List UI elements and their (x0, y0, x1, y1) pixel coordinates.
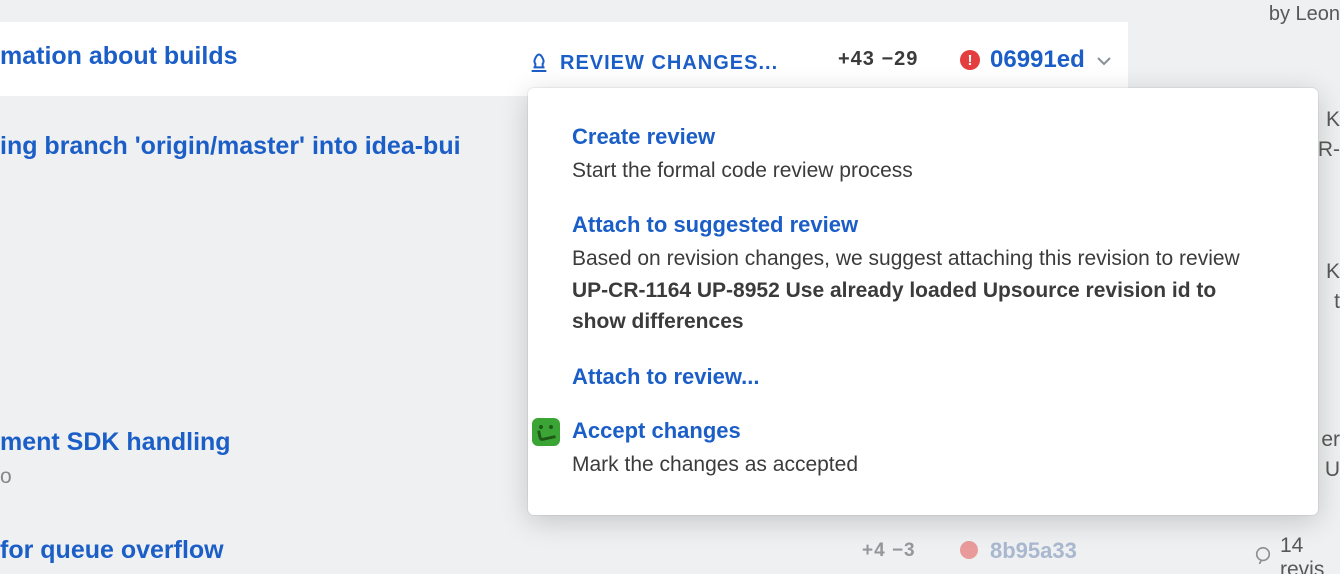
smiley-icon (532, 418, 560, 446)
commit-title-link[interactable]: ing branch 'origin/master' into idea-bui (0, 132, 570, 161)
comment-icon (1254, 546, 1272, 570)
chevron-down-icon[interactable] (1096, 54, 1112, 72)
commit-hash-link: 8b95a33 (990, 538, 1077, 564)
commit-title-link[interactable]: ment SDK handling (0, 428, 231, 457)
create-review-desc: Start the formal code review process (572, 155, 1274, 187)
commit-subline: o (0, 465, 12, 489)
review-changes-button[interactable]: REVIEW CHANGES... (528, 46, 778, 80)
truncated-text: t (1334, 290, 1340, 314)
build-status-failed-icon[interactable]: ! (960, 50, 980, 70)
commit-row[interactable]: mation about builds REVIEW CHANGES... +4… (0, 22, 1128, 96)
attach-suggested-review-item[interactable]: Attach to suggested review Based on revi… (572, 210, 1274, 337)
diff-stats: +43 −29 (838, 48, 918, 71)
attach-suggested-title: Attach to suggested review (572, 210, 1274, 241)
create-review-title: Create review (572, 122, 1274, 153)
truncated-text: U (1325, 458, 1340, 482)
stamp-icon (528, 46, 550, 80)
commit-hash-link[interactable]: 06991ed (990, 46, 1085, 74)
accept-changes-item[interactable]: Accept changes Mark the changes as accep… (572, 416, 1274, 480)
attach-suggested-desc: Based on revision changes, we suggest at… (572, 243, 1274, 338)
review-changes-label: REVIEW CHANGES... (560, 52, 778, 75)
diff-stats: +4 −3 (862, 540, 916, 562)
truncated-text: R- (1318, 138, 1340, 162)
create-review-item[interactable]: Create review Start the formal code revi… (572, 122, 1274, 186)
attach-to-review-item[interactable]: Attach to review... (572, 362, 1274, 393)
truncated-text: K (1326, 260, 1340, 284)
byline-author: by Leon (1269, 2, 1340, 26)
commit-title-link[interactable]: mation about builds (0, 42, 238, 71)
review-changes-popover: Create review Start the formal code revi… (528, 88, 1318, 515)
revision-count-label: 14 revis (1280, 534, 1340, 574)
truncated-text: K (1326, 108, 1340, 132)
commit-title-link[interactable]: for queue overflow (0, 536, 224, 565)
attach-to-review-title: Attach to review... (572, 362, 1274, 393)
accept-changes-title: Accept changes (572, 416, 1274, 447)
revision-count[interactable]: 14 revis (1254, 534, 1340, 574)
truncated-text: er (1321, 428, 1340, 452)
build-status-failed-icon (960, 541, 978, 559)
accept-changes-desc: Mark the changes as accepted (572, 449, 1274, 481)
